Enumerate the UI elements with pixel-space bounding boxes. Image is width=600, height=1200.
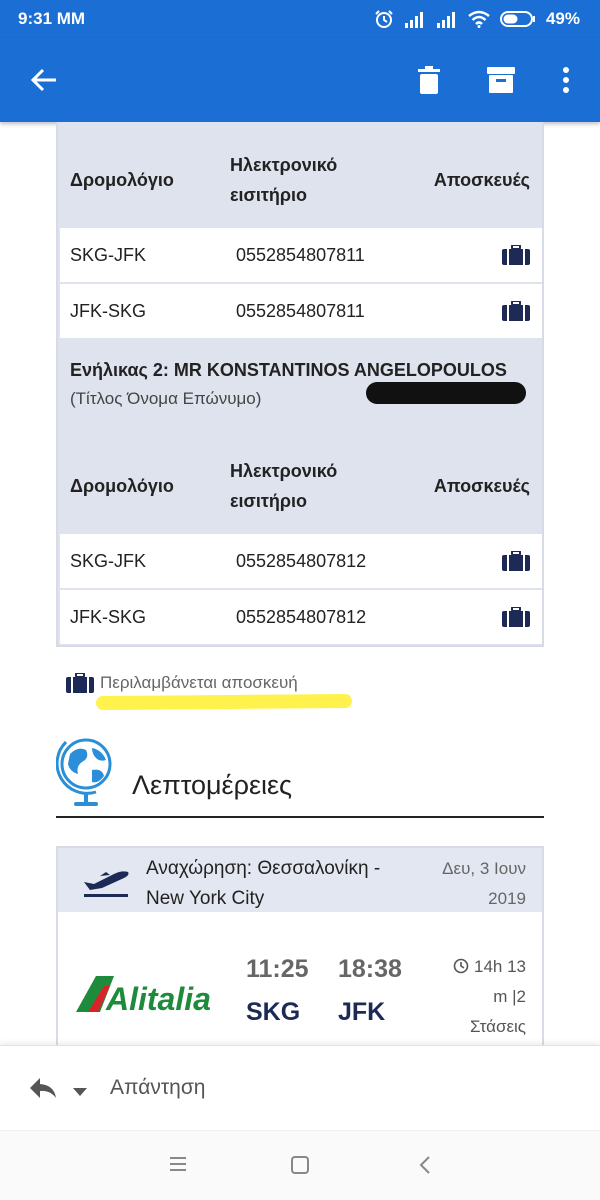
caret-down-icon xyxy=(73,1088,87,1096)
reply-icon xyxy=(30,1078,56,1098)
header-baggage: Αποσκευές xyxy=(433,475,530,496)
table-row: JFK-SKG 0552854807812 xyxy=(60,590,542,644)
reply-bar: Απάντηση xyxy=(0,1045,600,1130)
header-ticket-line2: εισιτήριο xyxy=(230,491,308,511)
signal-icon xyxy=(404,12,423,28)
table-row: SKG-JFK 0552854807812 xyxy=(60,534,542,588)
flight-route-line2: New York City xyxy=(146,888,265,909)
row-ticket: 0552854807812 xyxy=(236,606,367,627)
menu-icon xyxy=(170,1157,186,1171)
home-nav-button[interactable] xyxy=(290,1155,310,1180)
reply-button[interactable] xyxy=(28,1076,58,1105)
header-route: Δρομολόγιο xyxy=(70,169,174,190)
row-ticket: 0552854807812 xyxy=(236,550,367,571)
delete-button[interactable] xyxy=(412,60,446,100)
battery-percent: 49% xyxy=(545,9,580,28)
status-time: 9:31 MM xyxy=(18,9,86,28)
passenger-name: Ενήλικας 2: MR KONSTANTINOS ANGELOPOULOS xyxy=(70,360,507,380)
redaction-mark xyxy=(366,382,526,404)
header-route: Δρομολόγιο xyxy=(70,475,174,496)
suitcase-icon xyxy=(66,673,94,693)
header-baggage: Αποσκευές xyxy=(433,169,530,190)
reply-label[interactable]: Απάντηση xyxy=(110,1076,205,1100)
suitcase-icon xyxy=(502,607,530,627)
flight-duration: 14h 13 m |2 Στάσεις xyxy=(416,952,526,1042)
flight-card-header: Αναχώρηση: Θεσσαλονίκη - New York City Δ… xyxy=(58,848,542,912)
flight-card: Αναχώρηση: Θεσσαλονίκη - New York City Δ… xyxy=(56,846,544,1045)
baggage-note: Περιλαμβάνεται αποσκευή xyxy=(66,673,298,693)
row-route: SKG-JFK xyxy=(70,244,147,265)
back-chevron-icon xyxy=(419,1156,430,1174)
suitcase-icon xyxy=(502,551,530,571)
row-route: JFK-SKG xyxy=(70,300,147,321)
status-icons: 49% xyxy=(374,9,580,29)
archive-icon xyxy=(487,67,515,93)
arrival-time: 18:38 xyxy=(338,955,402,983)
header-ticket-line2: εισιτήριο xyxy=(230,185,308,205)
flight-route: Αναχώρηση: Θεσσαλονίκη - New York City xyxy=(146,854,416,914)
flight-date-line1: Δευ, 3 Ιουν xyxy=(442,859,526,878)
tickets-table: Δρομολόγιο Ηλεκτρονικό εισιτήριο Αποσκευ… xyxy=(56,122,544,647)
details-title: Λεπτομέρειες xyxy=(132,770,293,800)
flight-date-line2: 2019 xyxy=(488,889,526,908)
details-section-header: Λεπτομέρειες xyxy=(56,732,544,818)
flight-duration-line1: 14h 13 xyxy=(416,952,526,982)
table-header: Δρομολόγιο Ηλεκτρονικό εισιτήριο Αποσκευ… xyxy=(60,440,542,532)
suitcase-icon xyxy=(502,245,530,265)
duration-text: 14h 13 xyxy=(474,957,526,976)
back-button[interactable] xyxy=(26,62,62,98)
trash-icon xyxy=(418,66,440,94)
wifi-icon xyxy=(468,10,490,28)
archive-button[interactable] xyxy=(484,60,518,100)
reply-options-button[interactable] xyxy=(72,1084,88,1102)
alitalia-wordmark: Alitalia xyxy=(105,981,211,1016)
header-ticket-line1: Ηλεκτρονικό xyxy=(230,155,338,175)
table-row: JFK-SKG 0552854807811 xyxy=(60,284,542,338)
app-bar xyxy=(0,38,600,122)
battery-icon xyxy=(499,11,535,27)
flight-duration-line3: Στάσεις xyxy=(469,1017,526,1036)
signal-icon-2 xyxy=(436,12,455,28)
suitcase-icon xyxy=(502,301,530,321)
flight-duration-line2: m |2 xyxy=(493,987,526,1006)
table-row: SKG-JFK 0552854807811 xyxy=(60,228,542,282)
row-ticket: 0552854807811 xyxy=(236,300,365,321)
more-vert-icon xyxy=(563,67,569,93)
alarm-icon xyxy=(375,10,393,28)
globe-icon xyxy=(56,738,112,806)
table-header: Δρομολόγιο Ηλεκτρονικό εισιτήριο Αποσκευ… xyxy=(60,134,542,226)
flight-date: Δευ, 3 Ιουν 2019 xyxy=(416,854,526,914)
menu-nav-button[interactable] xyxy=(168,1155,188,1178)
header-ticket: Ηλεκτρονικό εισιτήριο xyxy=(230,150,390,210)
row-ticket: 0552854807811 xyxy=(236,244,365,265)
home-square-icon xyxy=(291,1156,309,1174)
clock-icon xyxy=(453,958,469,974)
row-route: SKG-JFK xyxy=(70,550,147,571)
header-ticket: Ηλεκτρονικό εισιτήριο xyxy=(230,456,390,516)
alitalia-logo: Alitalia xyxy=(76,976,211,1016)
status-bar: 9:31 MM 49% xyxy=(0,0,600,38)
arrival-code: JFK xyxy=(338,998,386,1026)
back-arrow-icon xyxy=(30,68,56,92)
row-route: JFK-SKG xyxy=(70,606,147,627)
departure-code: SKG xyxy=(246,998,301,1026)
email-content[interactable]: Δρομολόγιο Ηλεκτρονικό εισιτήριο Αποσκευ… xyxy=(0,122,600,1045)
departure-time: 11:25 xyxy=(246,955,309,983)
flight-route-line1: Αναχώρηση: Θεσσαλονίκη - xyxy=(146,858,381,879)
navigation-bar xyxy=(0,1130,600,1200)
highlighter-mark xyxy=(95,693,353,711)
passenger-info: Ενήλικας 2: MR KONSTANTINOS ANGELOPOULOS… xyxy=(60,360,542,420)
departure-plane-icon xyxy=(84,871,129,897)
baggage-note-text: Περιλαμβάνεται αποσκευή xyxy=(100,673,298,692)
more-options-button[interactable] xyxy=(554,60,578,100)
back-nav-button[interactable] xyxy=(418,1155,432,1180)
header-ticket-line1: Ηλεκτρονικό xyxy=(230,461,338,481)
